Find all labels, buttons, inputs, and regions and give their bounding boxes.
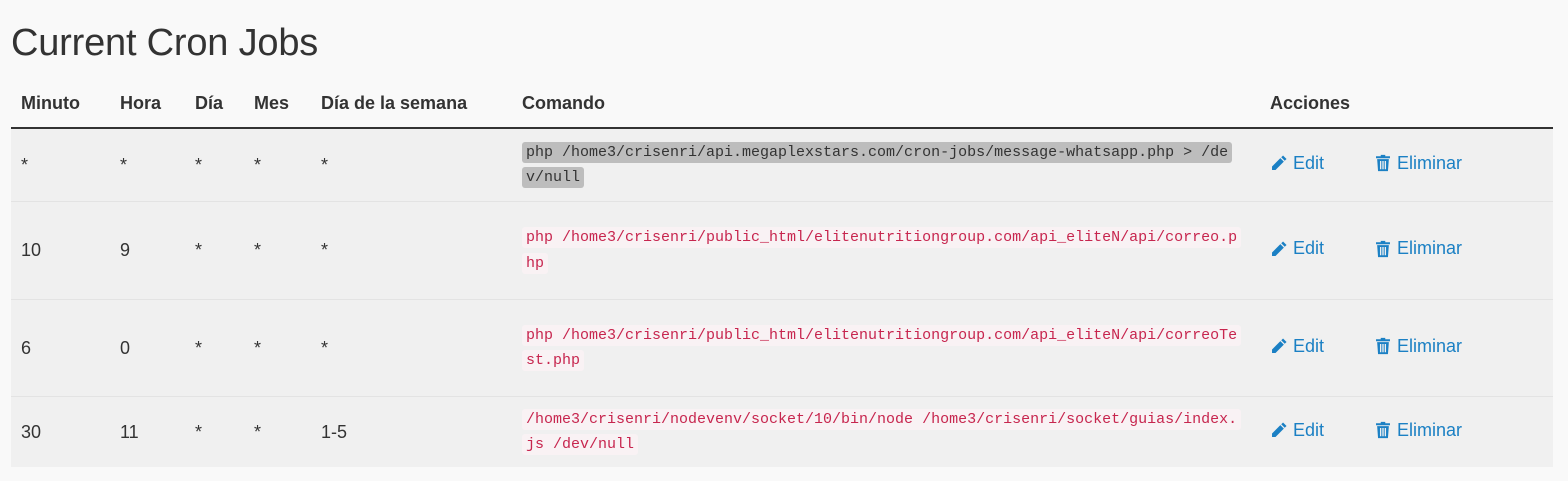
delete-label: Eliminar	[1397, 419, 1463, 440]
trash-icon	[1374, 154, 1392, 172]
cell-mes: *	[244, 201, 311, 300]
edit-label: Edit	[1293, 238, 1325, 259]
cell-dia: *	[185, 396, 244, 467]
delete-label: Eliminar	[1397, 335, 1463, 356]
cell-hora: 0	[110, 299, 185, 397]
cell-edit: Edit	[1260, 128, 1364, 202]
cell-mes: *	[244, 299, 311, 397]
trash-icon	[1374, 240, 1392, 258]
cell-edit: Edit	[1260, 299, 1364, 397]
delete-link[interactable]: Eliminar	[1374, 336, 1462, 357]
table-row: 10 9 * * * php /home3/crisenri/public_ht…	[11, 201, 1554, 300]
cell-dia-semana: *	[311, 201, 512, 300]
pencil-icon	[1270, 154, 1288, 172]
pencil-icon	[1270, 421, 1288, 439]
cell-comando: php /home3/crisenri/public_html/elitenut…	[512, 299, 1260, 397]
cell-dia-semana: *	[311, 128, 512, 202]
command-text[interactable]: php /home3/crisenri/public_html/elitenut…	[522, 227, 1242, 274]
cell-dia-semana: 1-5	[311, 396, 512, 467]
edit-link[interactable]: Edit	[1270, 336, 1324, 357]
cell-comando: php /home3/crisenri/public_html/elitenut…	[512, 201, 1260, 300]
cell-hora: *	[110, 128, 185, 202]
cell-dia: *	[185, 299, 244, 397]
cell-dia: *	[185, 128, 244, 202]
command-text[interactable]: php /home3/crisenri/api.megaplexstars.co…	[522, 141, 1233, 188]
table-header-row: Minuto Hora Día Mes Día de la semana Com…	[11, 80, 1554, 129]
cell-hora: 9	[110, 201, 185, 300]
header-comando: Comando	[512, 80, 1260, 129]
delete-label: Eliminar	[1397, 152, 1463, 173]
cell-minuto: *	[11, 128, 110, 202]
cell-mes: *	[244, 128, 311, 202]
edit-label: Edit	[1293, 335, 1325, 356]
cell-dia-semana: *	[311, 299, 512, 397]
table-row: 30 11 * * 1-5 /home3/crisenri/nodevenv/s…	[11, 396, 1554, 467]
command-text[interactable]: php /home3/crisenri/public_html/elitenut…	[522, 324, 1242, 371]
delete-link[interactable]: Eliminar	[1374, 238, 1462, 259]
cell-mes: *	[244, 396, 311, 467]
header-mes: Mes	[244, 80, 311, 129]
edit-link[interactable]: Edit	[1270, 238, 1324, 259]
cell-minuto: 6	[11, 299, 110, 397]
cell-minuto: 30	[11, 396, 110, 467]
cell-comando: php /home3/crisenri/api.megaplexstars.co…	[512, 128, 1260, 202]
cell-minuto: 10	[11, 201, 110, 300]
cell-edit: Edit	[1260, 396, 1364, 467]
command-text[interactable]: /home3/crisenri/nodevenv/socket/10/bin/n…	[522, 408, 1242, 455]
cell-delete: Eliminar	[1364, 201, 1554, 300]
trash-icon	[1374, 421, 1392, 439]
cron-jobs-table: Minuto Hora Día Mes Día de la semana Com…	[11, 80, 1554, 467]
cell-delete: Eliminar	[1364, 396, 1554, 467]
header-minuto: Minuto	[11, 80, 110, 129]
edit-link[interactable]: Edit	[1270, 420, 1324, 441]
cell-edit: Edit	[1260, 201, 1364, 300]
header-hora: Hora	[110, 80, 185, 129]
page-title: Current Cron Jobs	[11, 22, 319, 64]
cell-delete: Eliminar	[1364, 299, 1554, 397]
header-acciones: Acciones	[1260, 80, 1554, 129]
pencil-icon	[1270, 337, 1288, 355]
table-row: * * * * * php /home3/crisenri/api.megapl…	[11, 128, 1554, 202]
edit-label: Edit	[1293, 152, 1325, 173]
delete-link[interactable]: Eliminar	[1374, 420, 1462, 441]
delete-label: Eliminar	[1397, 238, 1463, 259]
trash-icon	[1374, 337, 1392, 355]
table-row: 6 0 * * * php /home3/crisenri/public_htm…	[11, 299, 1554, 397]
cell-hora: 11	[110, 396, 185, 467]
edit-link[interactable]: Edit	[1270, 153, 1324, 174]
cell-dia: *	[185, 201, 244, 300]
header-dia: Día	[185, 80, 244, 129]
cell-delete: Eliminar	[1364, 128, 1554, 202]
header-dia-semana: Día de la semana	[311, 80, 512, 129]
cell-comando: /home3/crisenri/nodevenv/socket/10/bin/n…	[512, 396, 1260, 467]
delete-link[interactable]: Eliminar	[1374, 153, 1462, 174]
pencil-icon	[1270, 240, 1288, 258]
edit-label: Edit	[1293, 419, 1325, 440]
